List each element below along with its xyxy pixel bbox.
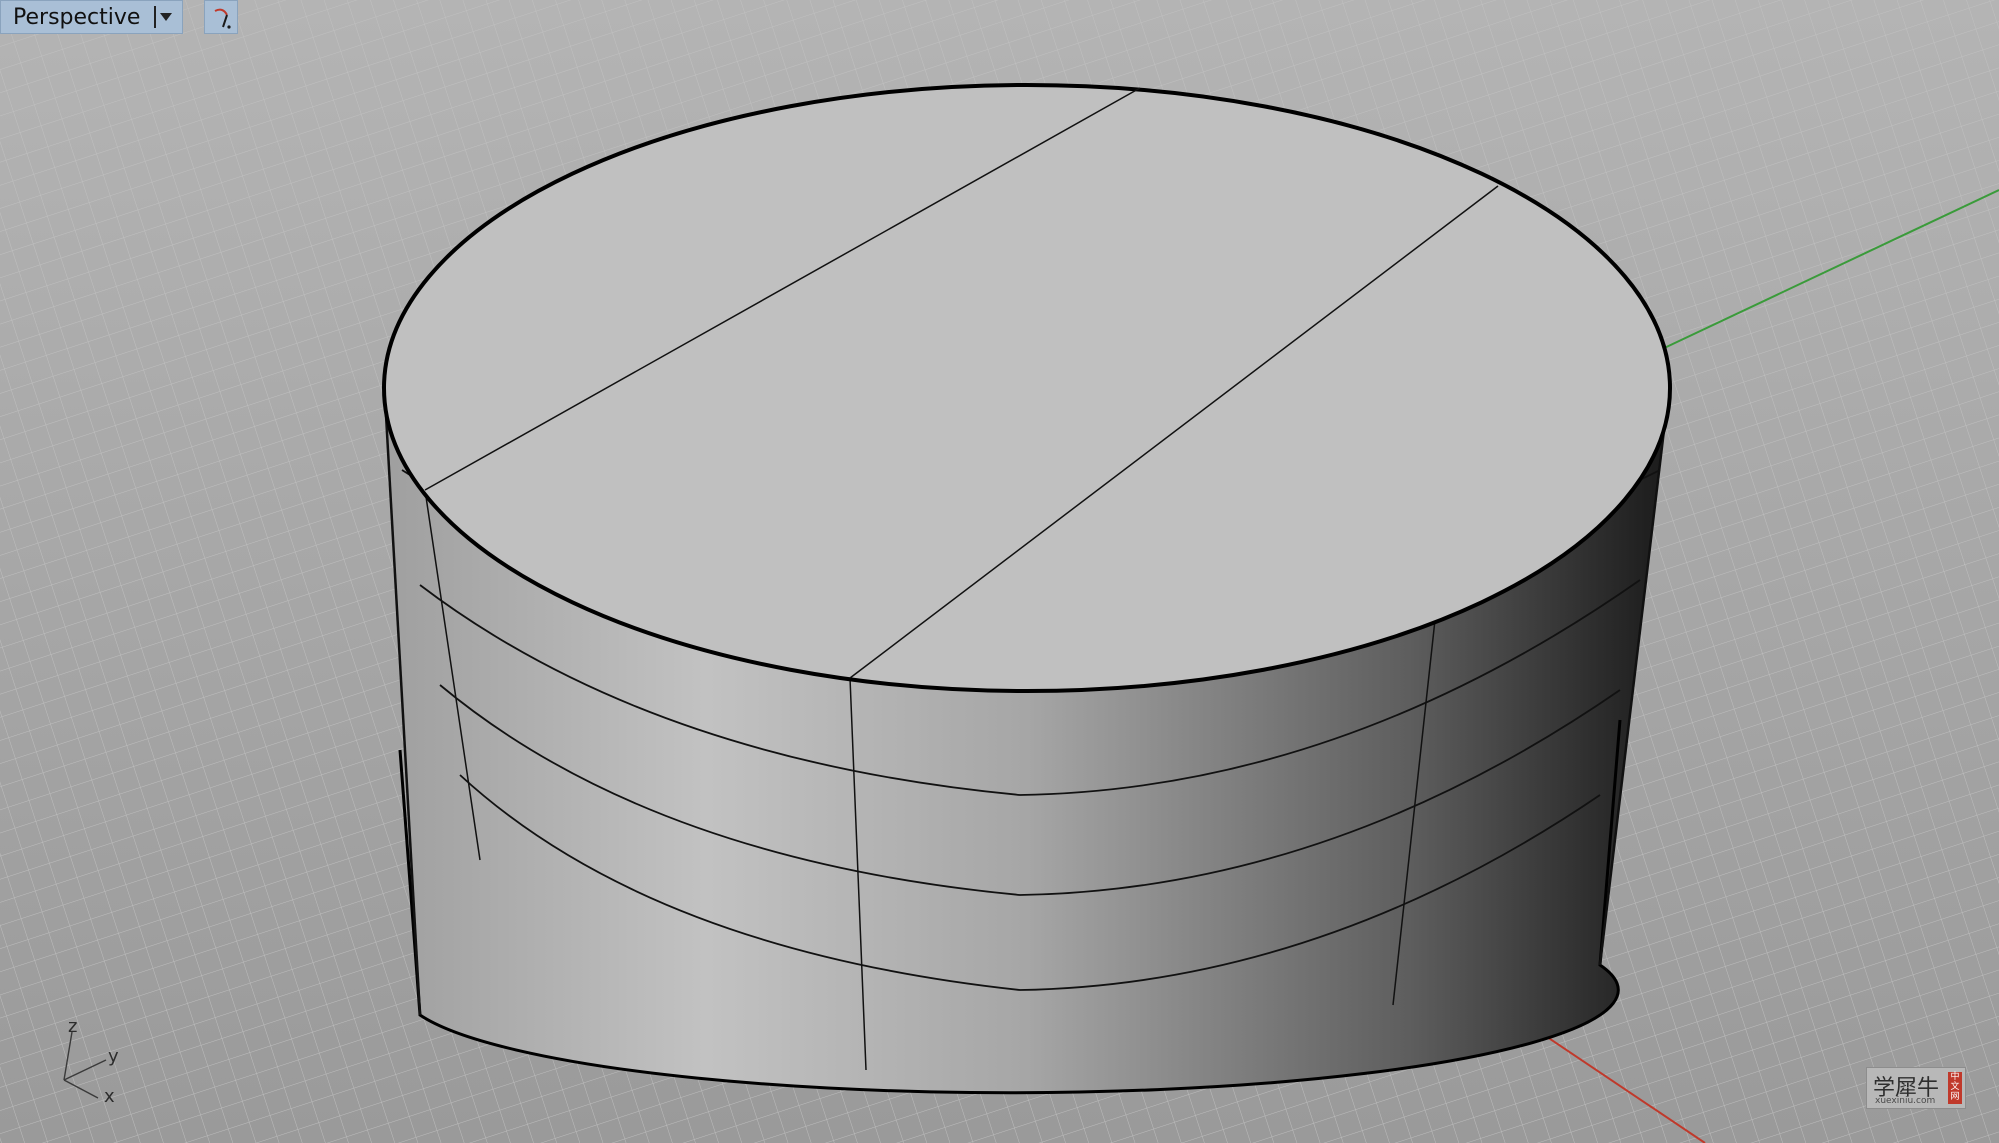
viewport-title-button[interactable]: Perspective: [0, 0, 184, 34]
logo-sub-text: xuexiniu.com: [1875, 1096, 1936, 1106]
gizmo-z-label: z: [68, 1016, 78, 1037]
perspective-viewport[interactable]: Perspective z y x 学犀牛 xuexiniu.com 中文网: [0, 0, 1999, 1143]
title-separator: [154, 6, 157, 28]
cylinder[interactable]: [382, 83, 1672, 1095]
gizmo-y-label: y: [108, 1046, 119, 1067]
viewport-scene[interactable]: [0, 0, 1999, 1143]
cylinder-top-face: [382, 83, 1672, 693]
rotate-view-icon[interactable]: [204, 0, 238, 34]
watermark-logo: 学犀牛 xuexiniu.com 中文网: [1866, 1067, 1966, 1109]
logo-seal: 中文网: [1948, 1072, 1962, 1104]
dropdown-arrow-icon[interactable]: [160, 13, 173, 21]
gizmo-x-label: x: [104, 1086, 115, 1107]
rotate-view-glyph: [214, 8, 231, 29]
viewport-name: Perspective: [13, 4, 141, 30]
